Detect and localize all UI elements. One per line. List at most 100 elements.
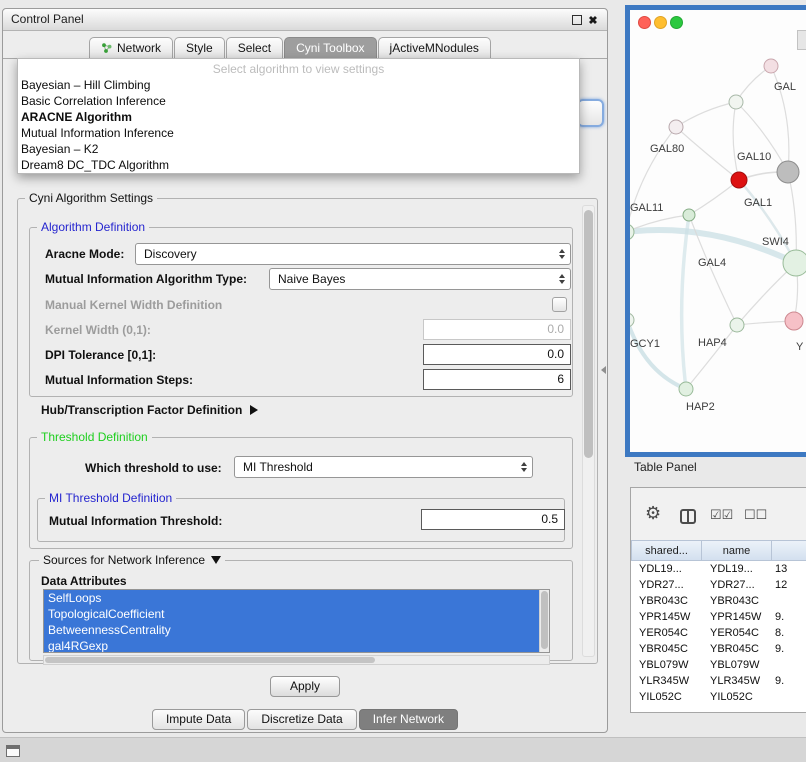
network-node[interactable] xyxy=(777,161,799,183)
manual-kernel-checkbox[interactable] xyxy=(552,297,567,312)
network-node[interactable] xyxy=(730,318,744,332)
mac-close-icon[interactable] xyxy=(638,16,651,29)
cell-extra: 9. xyxy=(772,609,806,625)
scrollbar-thumb[interactable] xyxy=(584,210,593,458)
table-row[interactable]: YDL19... YDL19... 13 xyxy=(631,561,806,577)
network-edge[interactable] xyxy=(682,215,689,389)
table-row[interactable]: YLR345W YLR345W 9. xyxy=(631,673,806,689)
bottom-tab[interactable]: Discretize Data xyxy=(247,709,356,730)
hub-definition-toggle[interactable]: Hub/Transcription Factor Definition xyxy=(41,401,258,418)
stepper-icon xyxy=(553,269,570,289)
cell-extra: 8. xyxy=(772,625,806,641)
node-label: GAL4 xyxy=(698,257,726,269)
which-threshold-select[interactable]: MI Threshold xyxy=(234,456,533,478)
network-node[interactable] xyxy=(731,172,747,188)
cell-extra: 12 xyxy=(772,577,806,593)
network-scrollbar[interactable] xyxy=(797,30,806,50)
algorithm-combobox[interactable] xyxy=(577,99,604,127)
column-header[interactable] xyxy=(772,540,806,561)
mi-steps-label: Mutual Information Steps: xyxy=(45,372,193,388)
table-body: YDL19... YDL19... 13 YDR27... YDR27... 1… xyxy=(631,561,806,712)
kernel-width-input[interactable]: 0.0 xyxy=(423,319,571,340)
collapsed-panel-icon[interactable] xyxy=(6,745,20,757)
column-header[interactable]: shared... xyxy=(631,540,702,561)
network-edge[interactable] xyxy=(686,325,737,389)
table-row[interactable]: YBR043C YBR043C xyxy=(631,593,806,609)
node-label: GAL80 xyxy=(650,143,684,155)
tab[interactable]: Network xyxy=(89,37,173,58)
network-edge[interactable] xyxy=(676,102,736,127)
table-panel-window: shared... name YDL19... YDL19... 13 YDR2… xyxy=(630,487,806,713)
dropdown-item[interactable]: Mutual Information Inference xyxy=(18,125,579,141)
tab[interactable]: Cyni Toolbox xyxy=(284,37,376,58)
attributes-horizontal-scrollbar[interactable] xyxy=(43,655,550,665)
network-edge[interactable] xyxy=(676,127,739,180)
network-node[interactable] xyxy=(729,95,743,109)
scrollbar-thumb[interactable] xyxy=(45,657,375,663)
network-edge[interactable] xyxy=(736,66,771,102)
table-row[interactable]: YBL079W YBL079W xyxy=(631,657,806,673)
dropdown-item[interactable]: Bayesian – K2 xyxy=(18,141,579,157)
close-icon[interactable] xyxy=(586,12,600,28)
attribute-item[interactable]: gal4RGexp xyxy=(44,638,539,652)
mi-steps-input[interactable]: 6 xyxy=(423,369,571,390)
aracne-mode-select[interactable]: Discovery xyxy=(135,243,571,265)
bottom-tab[interactable]: Impute Data xyxy=(152,709,245,730)
table-toolbar xyxy=(631,488,806,540)
table-row[interactable]: YBR045C YBR045C 9. xyxy=(631,641,806,657)
mac-minimize-icon[interactable] xyxy=(654,16,667,29)
network-node[interactable] xyxy=(764,59,778,73)
table-row[interactable]: YDR27... YDR27... 12 xyxy=(631,577,806,593)
dropdown-item[interactable]: Basic Correlation Inference xyxy=(18,93,579,109)
select-all-icon[interactable] xyxy=(710,507,733,523)
columns-icon[interactable] xyxy=(680,509,696,524)
tab[interactable]: Select xyxy=(226,37,283,58)
cell-name: YBR045C xyxy=(702,641,772,657)
table-row[interactable]: YER054C YER054C 8. xyxy=(631,625,806,641)
network-node[interactable] xyxy=(669,120,683,134)
apply-button[interactable]: Apply xyxy=(270,676,340,697)
dropdown-item[interactable]: ARACNE Algorithm xyxy=(18,109,579,125)
network-edge[interactable] xyxy=(733,102,739,180)
dpi-tolerance-label: DPI Tolerance [0,1]: xyxy=(45,347,156,363)
column-header[interactable]: name xyxy=(702,540,772,561)
network-edge[interactable] xyxy=(689,180,739,215)
dpi-tolerance-input[interactable]: 0.0 xyxy=(423,344,571,365)
tab[interactable]: Style xyxy=(174,37,225,58)
bottom-tab[interactable]: Infer Network xyxy=(359,709,458,730)
attribute-item[interactable]: SelfLoops xyxy=(44,590,539,606)
network-node[interactable] xyxy=(679,382,693,396)
table-row[interactable]: YPR145W YPR145W 9. xyxy=(631,609,806,625)
split-pane-handle[interactable] xyxy=(601,366,606,374)
cyni-settings-title: Cyni Algorithm Settings xyxy=(25,191,157,205)
network-node[interactable] xyxy=(630,313,634,327)
network-node[interactable] xyxy=(683,209,695,221)
network-node[interactable] xyxy=(785,312,803,330)
mac-zoom-icon[interactable] xyxy=(670,16,683,29)
network-node[interactable] xyxy=(630,224,634,240)
combo-value: Naive Bayes xyxy=(270,272,553,286)
attribute-item[interactable]: TopologicalCoefficient xyxy=(44,606,539,622)
scrollbar-thumb[interactable] xyxy=(541,591,548,649)
network-canvas[interactable]: GALGAL80GAL10GAL11GAL1SWI4GAL4GCY1HAP4HA… xyxy=(630,10,806,452)
sources-toggle[interactable]: Sources for Network Inference xyxy=(39,553,225,567)
float-window-icon[interactable] xyxy=(572,15,582,25)
bottom-status-strip xyxy=(0,737,806,762)
cell-shared-name: YDL19... xyxy=(631,561,702,577)
mi-threshold-input[interactable]: 0.5 xyxy=(421,509,565,530)
table-row[interactable]: YIL052C YIL052C xyxy=(631,689,806,705)
attribute-item[interactable]: BetweennessCentrality xyxy=(44,622,539,638)
tab[interactable]: jActiveMNodules xyxy=(378,37,491,58)
cyni-bottom-tabs: Impute Data Discretize Data Infer Networ… xyxy=(3,709,607,731)
tab-label: Style xyxy=(186,41,213,55)
dropdown-item[interactable]: Dream8 DC_TDC Algorithm xyxy=(18,157,579,173)
attributes-vertical-scrollbar[interactable] xyxy=(539,590,549,652)
settings-icon[interactable] xyxy=(645,503,661,524)
mi-type-select[interactable]: Naive Bayes xyxy=(269,268,571,290)
network-node[interactable] xyxy=(783,250,806,276)
dropdown-item[interactable]: Bayesian – Hill Climbing xyxy=(18,77,579,93)
deselect-all-icon[interactable] xyxy=(744,507,767,523)
network-edge[interactable] xyxy=(630,320,686,389)
cell-name: YER054C xyxy=(702,625,772,641)
settings-scrollbar[interactable] xyxy=(582,205,595,657)
